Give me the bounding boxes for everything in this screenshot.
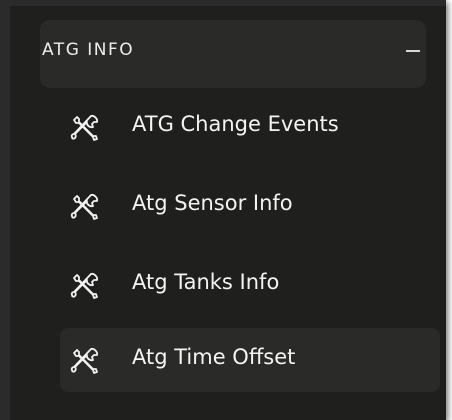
section-title: ATG INFO — [42, 40, 135, 60]
menu-item-atg-time-offset[interactable]: Atg Time Offset — [60, 328, 440, 392]
menu-item-atg-change-events[interactable]: ATG Change Events — [60, 95, 440, 159]
minus-icon[interactable] — [406, 38, 420, 66]
sidebar-frame: ATG INFO ATG Change Events Atg Sensor In… — [0, 0, 446, 420]
sidebar-panel: ATG INFO ATG Change Events Atg Sensor In… — [10, 6, 446, 420]
menu-item-label: ATG Change Events — [132, 112, 339, 136]
tools-icon — [70, 192, 100, 222]
menu-item-atg-tanks-info[interactable]: Atg Tanks Info — [60, 253, 440, 317]
tools-icon — [70, 271, 100, 301]
menu-item-atg-sensor-info[interactable]: Atg Sensor Info — [60, 174, 440, 238]
menu-item-label: Atg Tanks Info — [132, 270, 280, 294]
atg-info-section-header[interactable]: ATG INFO — [40, 20, 426, 88]
tools-icon — [70, 113, 100, 143]
tools-icon — [70, 346, 100, 376]
menu-item-label: Atg Time Offset — [132, 345, 296, 369]
menu-item-label: Atg Sensor Info — [132, 191, 293, 215]
